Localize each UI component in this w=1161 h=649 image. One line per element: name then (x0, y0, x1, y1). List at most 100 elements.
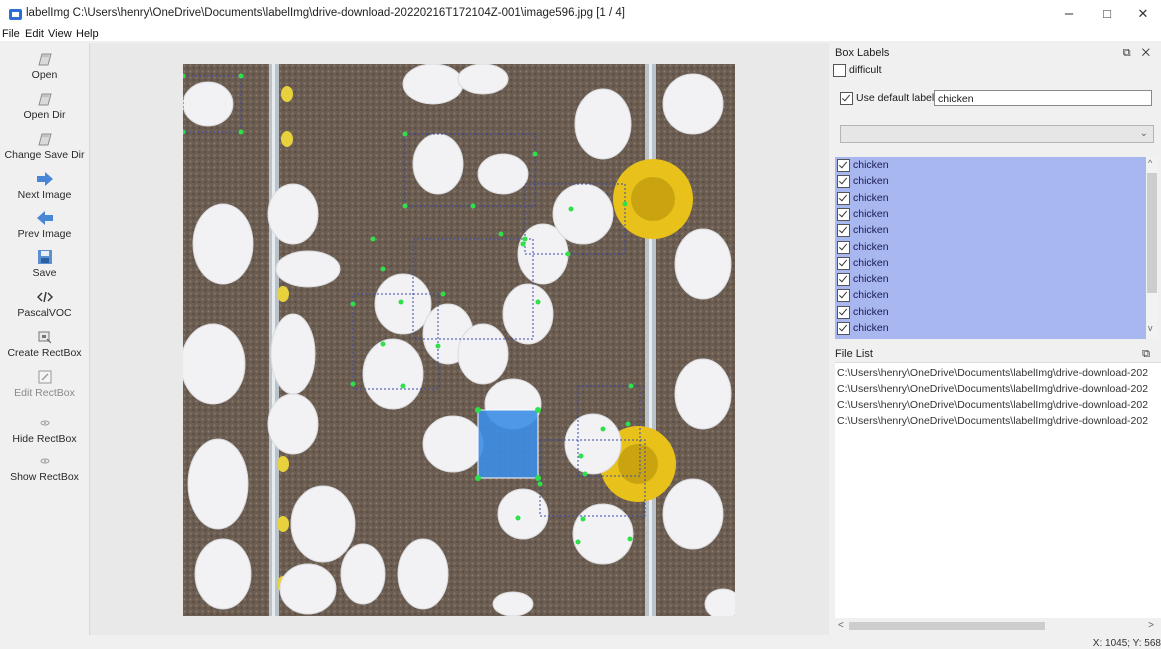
menu-file[interactable]: File (2, 28, 20, 40)
label-combo-box[interactable]: ⌄ (840, 125, 1154, 143)
annotated-image[interactable] (183, 64, 735, 616)
use-default-label-text: Use default label (856, 92, 935, 104)
file-list-item[interactable]: C:\Users\henry\OneDrive\Documents\labelI… (837, 383, 1148, 395)
label-item[interactable]: chicken (835, 239, 1146, 255)
label-checkbox[interactable] (837, 289, 850, 303)
default-label-input[interactable]: chicken (934, 90, 1152, 106)
toolbar-label: Save (32, 267, 57, 279)
label-checkbox[interactable] (837, 305, 850, 319)
minimize-button[interactable]: – (1054, 4, 1084, 24)
label-text: chicken (853, 256, 889, 269)
menu-help[interactable]: Help (76, 28, 99, 40)
label-list-scrollbar[interactable]: ^ v (1146, 157, 1158, 339)
label-item[interactable]: chicken (835, 304, 1146, 320)
file-list-title: File List (835, 348, 873, 360)
maximize-button[interactable]: □ (1092, 4, 1122, 24)
open-dir-button[interactable]: Open Dir (0, 91, 89, 121)
menu-edit[interactable]: Edit (25, 28, 44, 40)
open-button[interactable]: Open (0, 51, 89, 81)
toolbar-label: Edit RectBox (14, 387, 75, 399)
difficult-checkbox[interactable] (833, 64, 846, 77)
app-icon (9, 9, 22, 20)
label-text: chicken (853, 305, 889, 318)
scrollbar-thumb[interactable] (1147, 173, 1157, 293)
scrollbar-thumb[interactable] (849, 622, 1045, 630)
dock-float-close-icons[interactable]: ⧉ ✕ (1123, 47, 1154, 60)
prev-image-button[interactable]: Prev Image (0, 210, 89, 240)
folder-open-icon (37, 53, 52, 66)
label-item[interactable]: chicken (835, 287, 1146, 303)
toolbar-label: Create RectBox (7, 347, 82, 359)
dock-float-icon[interactable]: ⧉ (1142, 348, 1154, 361)
next-image-button[interactable]: Next Image (0, 171, 89, 201)
scroll-left-icon[interactable]: < (838, 620, 844, 631)
label-checkbox[interactable] (837, 224, 850, 238)
arrow-left-icon (36, 211, 53, 225)
toolbar-label: PascalVOC (17, 307, 72, 319)
label-text: chicken (853, 273, 889, 286)
create-rect-icon (38, 331, 51, 344)
file-list-item[interactable]: C:\Users\henry\OneDrive\Documents\labelI… (837, 399, 1148, 411)
canvas-area[interactable] (90, 43, 829, 635)
label-text: chicken (853, 175, 889, 188)
label-text: chicken (853, 191, 889, 204)
scroll-up-icon[interactable]: ^ (1148, 158, 1152, 168)
show-rectbox-button[interactable]: Show RectBox (0, 453, 89, 483)
chevron-down-icon: ⌄ (1139, 128, 1148, 139)
file-list-item[interactable]: C:\Users\henry\OneDrive\Documents\labelI… (837, 367, 1148, 379)
eye-icon (40, 420, 49, 426)
label-checkbox[interactable] (837, 273, 850, 287)
eye-icon (40, 458, 49, 464)
format-button[interactable]: PascalVOC (0, 289, 89, 319)
folder-open-icon (37, 133, 52, 146)
hide-rectbox-button[interactable]: Hide RectBox (0, 415, 89, 445)
difficult-label: difficult (849, 64, 882, 76)
folder-open-icon (37, 93, 52, 106)
save-button[interactable]: Save (0, 249, 89, 279)
label-checkbox[interactable] (837, 175, 850, 189)
annotation-overlay (183, 64, 735, 616)
use-default-label-checkbox[interactable] (840, 92, 853, 105)
label-text: chicken (853, 224, 889, 237)
toolbar-label: Show RectBox (10, 471, 79, 483)
label-item[interactable]: chicken (835, 222, 1146, 238)
menu-view[interactable]: View (48, 28, 72, 40)
label-list[interactable]: chicken chicken chicken chicken chicken … (835, 157, 1146, 339)
box-labels-title: Box Labels (835, 47, 890, 59)
label-checkbox[interactable] (837, 256, 850, 270)
file-list[interactable]: C:\Users\henry\OneDrive\Documents\labelI… (835, 362, 1161, 618)
menu-bar: File Edit View Help (0, 27, 1161, 41)
label-item[interactable]: chicken (835, 255, 1146, 271)
file-list-item[interactable]: C:\Users\henry\OneDrive\Documents\labelI… (837, 415, 1148, 427)
toolbar-label: Change Save Dir (4, 149, 85, 161)
close-button[interactable]: ✕ (1128, 4, 1158, 24)
label-item[interactable]: chicken (835, 173, 1146, 189)
label-item[interactable]: chicken (835, 206, 1146, 222)
toolbar: Open Open Dir Change Save Dir Next Image… (0, 43, 90, 635)
scroll-right-icon[interactable]: > (1148, 620, 1154, 631)
edit-rectbox-button[interactable]: Edit RectBox (0, 369, 89, 399)
label-checkbox[interactable] (837, 159, 850, 172)
label-item[interactable]: chicken (835, 157, 1146, 173)
change-save-dir-button[interactable]: Change Save Dir (0, 131, 89, 161)
file-list-hscrollbar[interactable]: < > (835, 620, 1157, 632)
label-text: chicken (853, 159, 889, 171)
edit-rect-icon (38, 370, 51, 384)
file-list-dock: File List ⧉ C:\Users\henry\OneDrive\Docu… (831, 345, 1161, 635)
create-rectbox-button[interactable]: Create RectBox (0, 329, 89, 359)
box-labels-dock: Box Labels ⧉ ✕ difficult Use default lab… (831, 44, 1161, 344)
label-text: chicken (853, 322, 889, 334)
label-checkbox[interactable] (837, 207, 850, 221)
label-checkbox[interactable] (837, 240, 850, 254)
label-item[interactable]: chicken (835, 320, 1146, 336)
window-title: labelImg C:\Users\henry\OneDrive\Documen… (26, 7, 625, 19)
scroll-down-icon[interactable]: v (1148, 323, 1153, 333)
label-checkbox[interactable] (837, 191, 850, 205)
label-text: chicken (853, 289, 889, 302)
label-item[interactable]: chicken (835, 190, 1146, 206)
label-checkbox[interactable] (837, 322, 850, 335)
label-text: chicken (853, 207, 889, 220)
code-format-icon (36, 291, 53, 303)
label-item[interactable]: chicken (835, 271, 1146, 287)
arrow-right-icon (36, 172, 53, 186)
